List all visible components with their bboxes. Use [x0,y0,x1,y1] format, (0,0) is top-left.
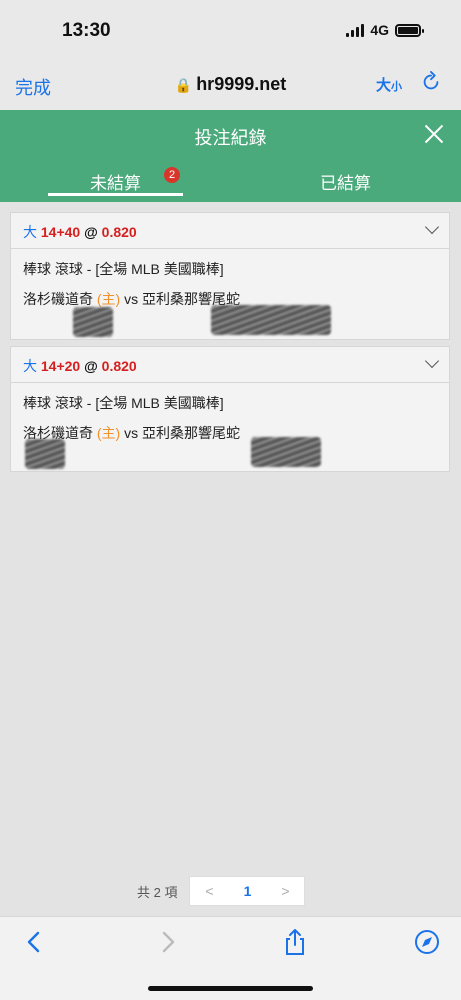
compass-icon[interactable] [412,927,442,957]
bet-at: @ [84,224,98,240]
tab-label: 已結算 [320,174,371,193]
next-page-button[interactable]: > [266,883,304,899]
signal-icon [346,23,365,37]
bet-card-header[interactable]: 大 14+40 @ 0.820 [11,213,449,249]
tab-unsettled[interactable]: 未結算 2 [48,160,183,202]
bet-odds: 0.820 [101,224,137,240]
active-tab-indicator [48,193,183,196]
share-icon[interactable] [280,927,310,957]
bet-card-header[interactable]: 大 14+20 @ 0.820 [11,347,449,383]
chevron-down-icon[interactable] [424,353,440,369]
close-icon[interactable] [418,118,450,150]
bet-side: 大 [23,224,37,240]
battery-icon [395,23,424,37]
text-size-button[interactable]: 大小 [376,74,402,95]
pagination: 共 2 項 < 1 > [137,876,306,906]
bet-market: 棒球 滾球 - [全場 MLB 美國職棒] [23,395,224,411]
tab-label: 未結算 [90,174,141,193]
prev-page-button[interactable]: < [190,883,228,899]
redaction-scribble [211,305,331,335]
tab-settled[interactable]: 已結算 [320,160,400,202]
bet-card[interactable]: 大 14+20 @ 0.820 棒球 滾球 - [全場 MLB 美國職棒] 洛杉… [10,346,450,472]
page-title: 投注紀錄 [194,128,267,148]
lock-icon: 🔒 [174,77,193,93]
browser-bar: 完成 🔒 hr9999.net 大小 [0,62,461,110]
pagination-total: 共 2 項 [137,884,178,900]
bet-odds: 0.820 [101,358,137,374]
network-label: 4G [370,22,389,38]
bet-market: 棒球 滾球 - [全場 MLB 美國職棒] [23,261,224,277]
count-badge: 2 [164,167,180,183]
bet-card[interactable]: 大 14+40 @ 0.820 棒球 滾球 - [全場 MLB 美國職棒] 洛杉… [10,212,450,340]
chevron-down-icon[interactable] [424,219,440,235]
current-page[interactable]: 1 [228,883,266,899]
url-text: hr9999.net [196,74,287,94]
home-indicator [148,986,313,991]
redaction-scribble [73,307,113,337]
status-time: 13:30 [62,20,111,41]
bet-line: 14+40 [40,224,81,240]
back-icon[interactable] [20,927,50,957]
status-bar: 13:30 4G [0,0,461,62]
redaction-scribble [251,437,321,467]
tab-bar: 未結算 2 已結算 [0,160,461,202]
page-header: 投注紀錄 [0,110,461,160]
bet-side: 大 [23,358,37,374]
reload-icon[interactable] [420,71,442,99]
redaction-scribble [25,439,65,469]
bet-matchup: 洛杉磯道奇 (主) vs 亞利桑那響尾蛇 [23,425,240,441]
bet-line: 14+20 [40,358,81,374]
forward-icon[interactable] [152,927,182,957]
bet-at: @ [84,358,98,374]
status-indicators: 4G [346,22,424,38]
